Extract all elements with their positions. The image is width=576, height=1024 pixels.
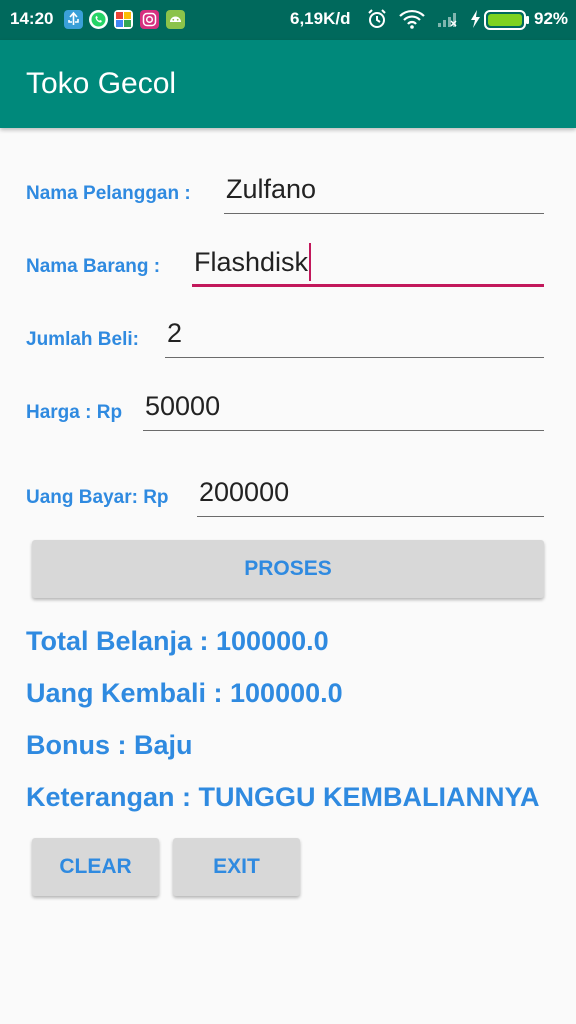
uang-bayar-label: Uang Bayar: Rp bbox=[26, 487, 169, 508]
total-belanja-text: Total Belanja : 100000.0 bbox=[26, 626, 329, 656]
harga-label: Harga : Rp bbox=[26, 402, 123, 423]
harga-input[interactable]: 50000 bbox=[143, 387, 544, 431]
nama-barang-value: Flashdisk bbox=[194, 247, 309, 277]
photos-icon bbox=[114, 10, 133, 29]
nama-pelanggan-input[interactable]: Zulfano bbox=[224, 170, 544, 214]
status-time: 14:20 bbox=[10, 9, 54, 28]
app-bar: Toko Gecol bbox=[0, 40, 576, 128]
exit-button-label: EXIT bbox=[213, 855, 260, 878]
network-speed: 6,19K/d bbox=[290, 9, 351, 28]
alarm-icon bbox=[366, 8, 388, 35]
clear-button[interactable]: CLEAR bbox=[32, 838, 159, 896]
proses-button[interactable]: PROSES bbox=[32, 540, 544, 598]
text-cursor bbox=[309, 243, 312, 281]
android-icon bbox=[166, 10, 185, 29]
instagram-icon bbox=[140, 10, 159, 29]
jumlah-beli-input[interactable]: 2 bbox=[165, 314, 544, 358]
wifi-icon bbox=[398, 8, 426, 35]
nama-pelanggan-label: Nama Pelanggan : bbox=[26, 183, 191, 204]
whatsapp-icon bbox=[89, 10, 108, 29]
battery-percent: 92% bbox=[534, 9, 569, 28]
nama-barang-label: Nama Barang : bbox=[26, 256, 161, 277]
charging-icon bbox=[468, 8, 482, 35]
proses-button-label: PROSES bbox=[244, 557, 332, 580]
usb-icon bbox=[64, 10, 83, 29]
app-title: Toko Gecol bbox=[26, 67, 177, 100]
keterangan-text: Keterangan : TUNGGU KEMBALIANNYA bbox=[26, 782, 540, 812]
uang-bayar-input[interactable]: 200000 bbox=[197, 473, 544, 517]
nama-barang-input[interactable]: Flashdisk bbox=[192, 243, 544, 287]
uang-bayar-value: 200000 bbox=[199, 477, 290, 507]
nama-pelanggan-value: Zulfano bbox=[226, 174, 317, 204]
jumlah-beli-value: 2 bbox=[167, 318, 183, 348]
status-bar: 14:20 6,19K/d 92% bbox=[0, 0, 576, 40]
jumlah-beli-label: Jumlah Beli: bbox=[26, 329, 139, 350]
harga-value: 50000 bbox=[145, 391, 221, 421]
battery-icon bbox=[484, 10, 530, 35]
uang-kembali-text: Uang Kembali : 100000.0 bbox=[26, 678, 343, 708]
clear-button-label: CLEAR bbox=[59, 855, 132, 878]
bonus-text: Bonus : Baju bbox=[26, 730, 193, 760]
exit-button[interactable]: EXIT bbox=[173, 838, 300, 896]
signal-icon bbox=[436, 8, 460, 35]
